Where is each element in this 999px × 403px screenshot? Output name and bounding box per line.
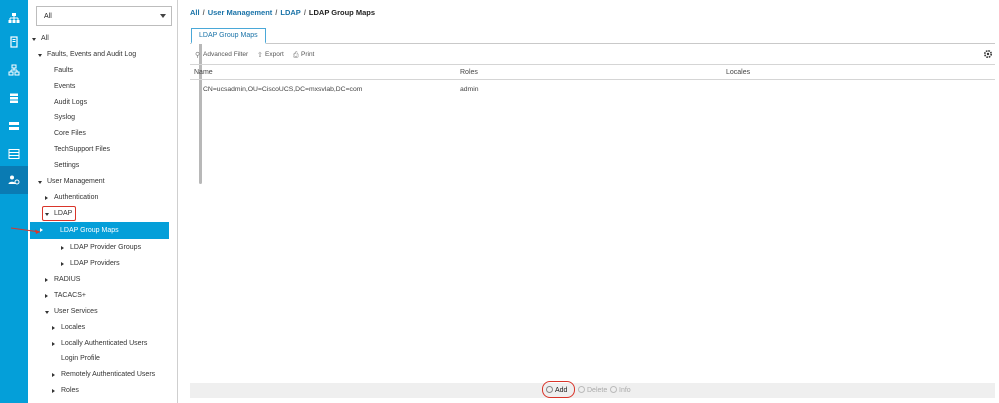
tree-node-syslog[interactable]: Syslog	[54, 111, 75, 125]
cell-name: CN=ucsadmin,OU=CiscoUCS,DC=mxsvlab,DC=co…	[203, 86, 363, 93]
storage-icon[interactable]	[0, 84, 28, 112]
tree-node-audit-logs[interactable]: Audit Logs	[54, 96, 87, 110]
tree-node-radius[interactable]: RADIUS	[45, 273, 80, 287]
tree-node-ldap-provider-groups[interactable]: LDAP Provider Groups	[61, 241, 141, 255]
action-bar: Add Delete Info	[190, 381, 995, 398]
caret-right-icon[interactable]	[45, 196, 48, 200]
caret-down-icon[interactable]	[38, 181, 42, 184]
caret-right-icon[interactable]	[52, 373, 55, 377]
caret-right-icon[interactable]	[45, 278, 48, 282]
column-header-roles[interactable]: Roles	[460, 69, 478, 76]
export-button[interactable]: ⇧ Export	[257, 51, 284, 59]
tree-node-faults[interactable]: Faults, Events and Audit Log	[38, 48, 136, 62]
tree-node-locally-auth-users[interactable]: Locally Authenticated Users	[52, 337, 147, 351]
caret-down-icon[interactable]	[45, 311, 49, 314]
breadcrumb-user-management[interactable]: User Management	[208, 8, 273, 17]
tree-node-core-files[interactable]: Core Files	[54, 127, 86, 141]
export-icon: ⇧	[257, 52, 263, 59]
breadcrumb-ldap[interactable]: LDAP	[280, 8, 300, 17]
breadcrumb: All / User Management / LDAP / LDAP Group Maps	[190, 8, 375, 17]
admin-icon[interactable]	[0, 166, 28, 194]
breadcrumb-current: LDAP Group Maps	[308, 8, 376, 17]
tree-node-all[interactable]: All	[32, 32, 49, 46]
print-icon: ⎙	[293, 52, 299, 59]
content-pane: All / User Management / LDAP / LDAP Group Maps…	[186, 0, 999, 403]
tree-node-remotely-auth-users[interactable]: Remotely Authenticated Users	[52, 368, 155, 382]
column-header-name[interactable]: Name	[194, 69, 213, 76]
caret-down-icon[interactable]	[38, 54, 42, 57]
ucs-manager-window: All All Faults, Events and Audit Log Fau…	[0, 0, 999, 403]
filter-select[interactable]: All	[36, 6, 172, 26]
tree-node-faults-list[interactable]: Faults	[54, 64, 73, 78]
tree-node-locales[interactable]: Locales	[52, 321, 85, 335]
tree-node-authentication[interactable]: Authentication	[45, 191, 98, 205]
cell-roles: admin	[460, 86, 479, 93]
tree-node-tacacs[interactable]: TACACS+	[45, 289, 86, 303]
icon-rail	[0, 0, 28, 403]
server-icon[interactable]	[0, 28, 28, 56]
info-button[interactable]: Info	[610, 386, 631, 394]
breadcrumb-all[interactable]: All	[190, 8, 200, 17]
caret-right-icon[interactable]	[52, 326, 55, 330]
add-highlight-ring	[542, 381, 575, 398]
column-header-locales[interactable]: Locales	[726, 69, 750, 76]
breadcrumb-separator: /	[202, 8, 205, 17]
topology-icon[interactable]	[0, 56, 28, 84]
print-button[interactable]: ⎙ Print	[293, 51, 314, 59]
advanced-filter-button[interactable]: ⚲ Advanced Filter	[195, 51, 248, 59]
gear-icon[interactable]	[983, 49, 993, 59]
caret-right-icon[interactable]	[61, 262, 64, 266]
lan-icon[interactable]	[0, 112, 28, 140]
caret-right-icon[interactable]	[61, 246, 64, 250]
tree-node-login-profile[interactable]: Login Profile	[61, 352, 100, 366]
trash-icon	[578, 386, 585, 393]
tab-ldap-group-maps[interactable]: LDAP Group Maps	[191, 28, 266, 44]
tree-node-roles[interactable]: Roles	[52, 384, 79, 398]
breadcrumb-separator: /	[303, 8, 306, 17]
table-header: Name Roles Locales	[190, 64, 995, 80]
delete-button[interactable]: Delete	[578, 386, 607, 394]
filter-value: All	[44, 13, 52, 20]
ldap-highlight-box	[42, 206, 76, 221]
info-icon	[610, 386, 617, 393]
tree-node-user-management[interactable]: User Management	[38, 175, 105, 189]
chevron-down-icon[interactable]	[160, 14, 166, 18]
tree-node-techsupport[interactable]: TechSupport Files	[54, 143, 110, 157]
red-arrow-icon	[10, 227, 41, 234]
table-toolbar: ⚲ Advanced Filter ⇧ Export ⎙ Print	[190, 49, 995, 62]
tree-node-user-services[interactable]: User Services	[45, 305, 98, 319]
table-row[interactable]: CN=ucsadmin,OU=CiscoUCS,DC=mxsvlab,DC=co…	[190, 82, 995, 98]
tree-node-ldap-providers[interactable]: LDAP Providers	[61, 257, 120, 271]
tree-node-ldap-group-maps[interactable]: LDAP Group Maps	[30, 222, 169, 239]
filter-icon: ⚲	[195, 52, 201, 59]
caret-right-icon[interactable]	[52, 389, 55, 393]
list-icon[interactable]	[0, 140, 28, 168]
caret-down-icon[interactable]	[32, 38, 36, 41]
navigation-pane: All All Faults, Events and Audit Log Fau…	[28, 0, 202, 403]
tab-divider	[190, 43, 995, 44]
tree-node-events[interactable]: Events	[54, 80, 75, 94]
tree-node-settings[interactable]: Settings	[54, 159, 79, 173]
caret-right-icon[interactable]	[52, 342, 55, 346]
caret-right-icon[interactable]	[45, 294, 48, 298]
